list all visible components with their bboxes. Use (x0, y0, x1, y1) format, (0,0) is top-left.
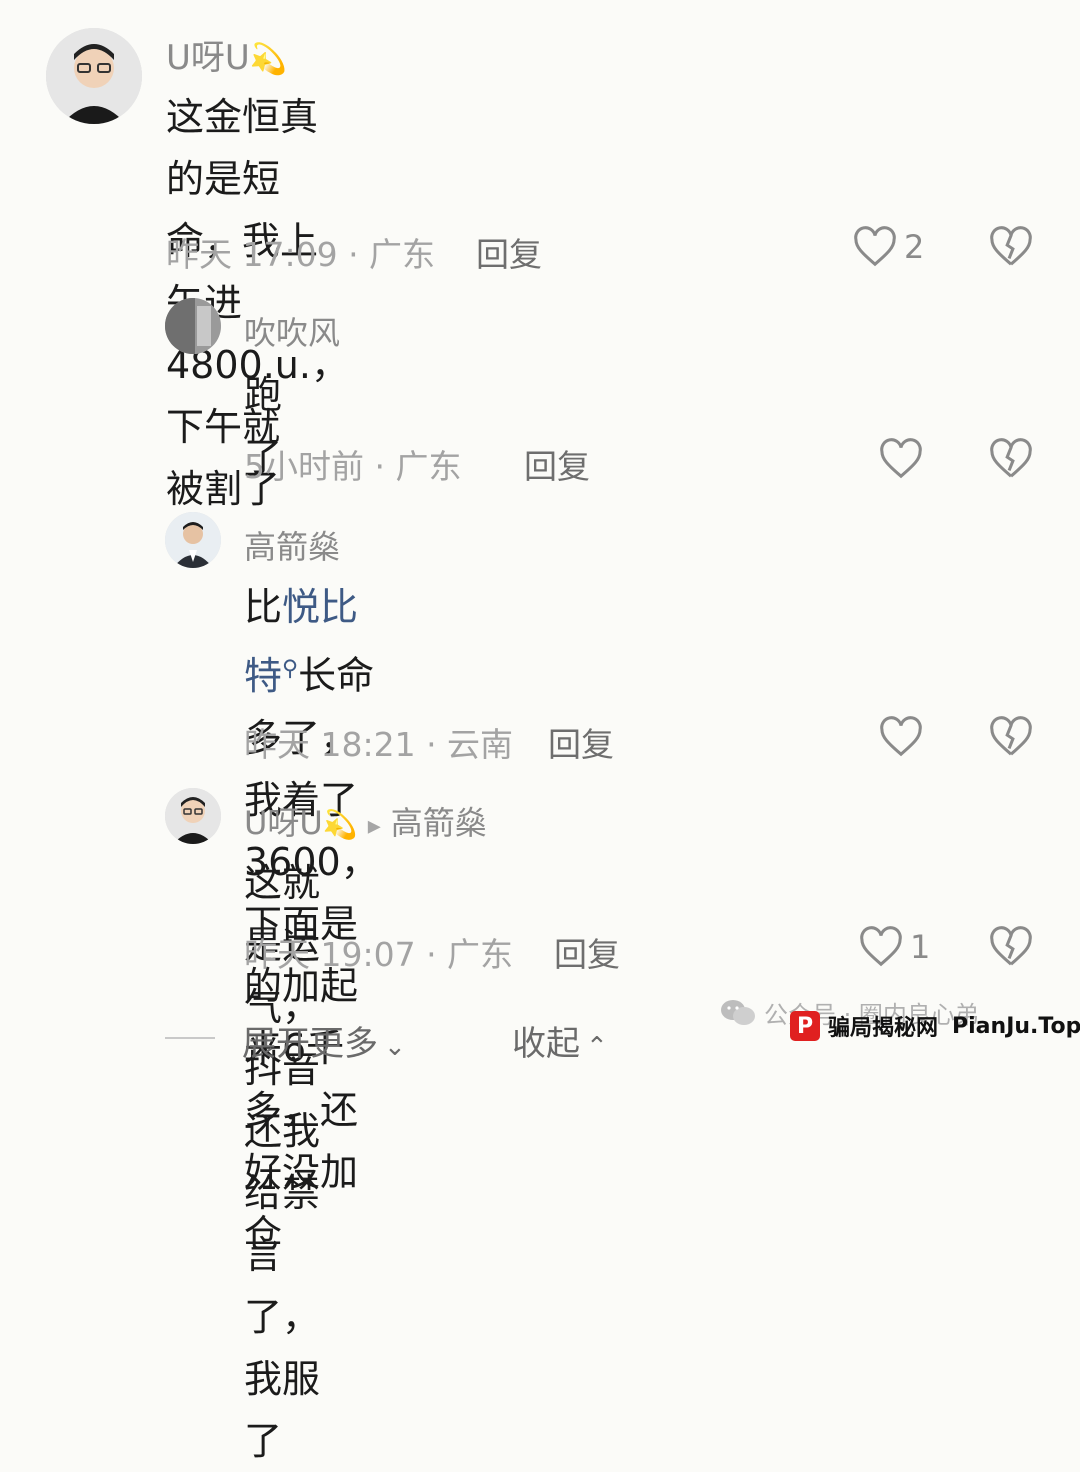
like-button[interactable]: 1 (858, 926, 930, 968)
reply-button[interactable]: 回复 (548, 718, 614, 766)
avatar-image (165, 298, 221, 354)
username[interactable]: U呀U💫 ▸ 高箭燊 (244, 798, 487, 844)
avatar-image (46, 28, 142, 124)
collapse-button[interactable]: 收起 ⌃ (512, 1016, 608, 1065)
avatar-image (165, 788, 221, 844)
chevron-down-icon: ⌄ (384, 1032, 406, 1062)
comment-meta: 昨天 19:07 · 广东 (244, 935, 514, 974)
reply-button[interactable]: 回复 (524, 440, 590, 488)
text-segment: 比 (244, 585, 283, 629)
reply-arrow-icon: ▸ (367, 811, 381, 841)
wechat-icon (721, 999, 755, 1025)
expand-more-label: 展开更多 (242, 1024, 378, 1064)
expand-more-button[interactable]: 展开更多 ⌄ (242, 1016, 406, 1065)
broken-heart-icon (990, 438, 1032, 478)
avatar-image (165, 512, 221, 568)
broken-heart-icon (990, 926, 1032, 966)
divider (165, 1037, 215, 1039)
username-text: U呀U (166, 38, 250, 78)
sparkle-emoji: 💫 (249, 42, 288, 77)
reply-button[interactable]: 回复 (554, 928, 620, 976)
avatar[interactable] (165, 512, 221, 568)
comment-meta: 昨天 17:09 · 广东 (166, 235, 436, 274)
reply-button[interactable]: 回复 (476, 228, 542, 276)
reply-to-username[interactable]: 高箭燊 (391, 804, 487, 842)
avatar[interactable] (165, 298, 221, 354)
search-icon: ⚲ (282, 656, 299, 681)
comment-meta: 昨天 18:21 · 云南 (244, 725, 514, 764)
heart-icon (880, 716, 922, 757)
like-button[interactable]: 2 (852, 226, 924, 268)
dislike-button[interactable] (988, 716, 1034, 758)
comment-meta: 5小时前 · 广东 (244, 447, 462, 486)
like-count: 2 (904, 228, 925, 266)
site-watermark: P 骗局揭秘网 PianJu.Top (790, 1010, 1080, 1042)
username[interactable]: U呀U💫 (166, 30, 287, 79)
heart-icon (860, 926, 902, 967)
chevron-up-icon: ⌃ (586, 1032, 608, 1062)
avatar[interactable] (165, 788, 221, 844)
heart-icon (854, 226, 896, 267)
site-domain: PianJu.Top (952, 1013, 1080, 1039)
collapse-label: 收起 (512, 1024, 580, 1064)
dislike-button[interactable] (988, 438, 1034, 480)
site-logo-icon: P (790, 1011, 820, 1041)
broken-heart-icon (990, 226, 1032, 266)
avatar[interactable] (46, 28, 142, 124)
username[interactable]: 高箭燊 (244, 522, 340, 568)
like-button[interactable] (878, 716, 924, 758)
like-count: 1 (910, 928, 931, 966)
sparkle-emoji: 💫 (322, 808, 358, 841)
dislike-button[interactable] (988, 226, 1034, 268)
dislike-button[interactable] (988, 926, 1034, 968)
username-text: U呀U (244, 804, 323, 842)
like-button[interactable] (878, 438, 924, 480)
heart-icon (880, 438, 922, 479)
site-name: 骗局揭秘网 (828, 1016, 939, 1041)
broken-heart-icon (990, 716, 1032, 756)
username[interactable]: 吹吹风 (244, 308, 340, 354)
